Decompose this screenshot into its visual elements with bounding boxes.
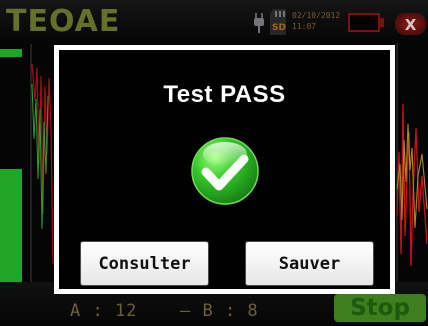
battery-tip xyxy=(380,18,384,27)
waveform-right-red xyxy=(396,103,428,267)
consult-button[interactable]: Consulter xyxy=(80,241,209,286)
result-b: – B : 8 xyxy=(180,301,259,321)
test-result-dialog: Test PASS Consulter Sauver xyxy=(54,45,395,294)
sd-label: SD xyxy=(272,23,286,33)
date-text: 02/10/2012 xyxy=(292,11,341,20)
battery-icon xyxy=(348,13,380,32)
close-button[interactable]: X xyxy=(395,13,426,35)
app-logo: TEOAE xyxy=(6,4,121,39)
waveform-left-red xyxy=(31,63,54,265)
dialog-title: Test PASS xyxy=(163,81,286,108)
check-icon xyxy=(191,137,259,205)
save-button[interactable]: Sauver xyxy=(245,241,374,286)
stop-button[interactable]: Stop xyxy=(334,294,426,322)
time-text: 11:07 xyxy=(292,22,317,31)
teoae-device-screen: TEOAE SD 02/10/2012 11:07 X A: 12 – B:… xyxy=(0,0,428,326)
date-time-display: 02/10/2012 11:07 xyxy=(292,10,340,32)
result-a: A : 12 xyxy=(70,301,138,321)
status-area: SD 02/10/2012 11:07 X xyxy=(218,0,428,44)
power-plug-icon xyxy=(254,13,264,33)
top-status-bar: TEOAE SD 02/10/2012 11:07 X xyxy=(0,0,428,44)
